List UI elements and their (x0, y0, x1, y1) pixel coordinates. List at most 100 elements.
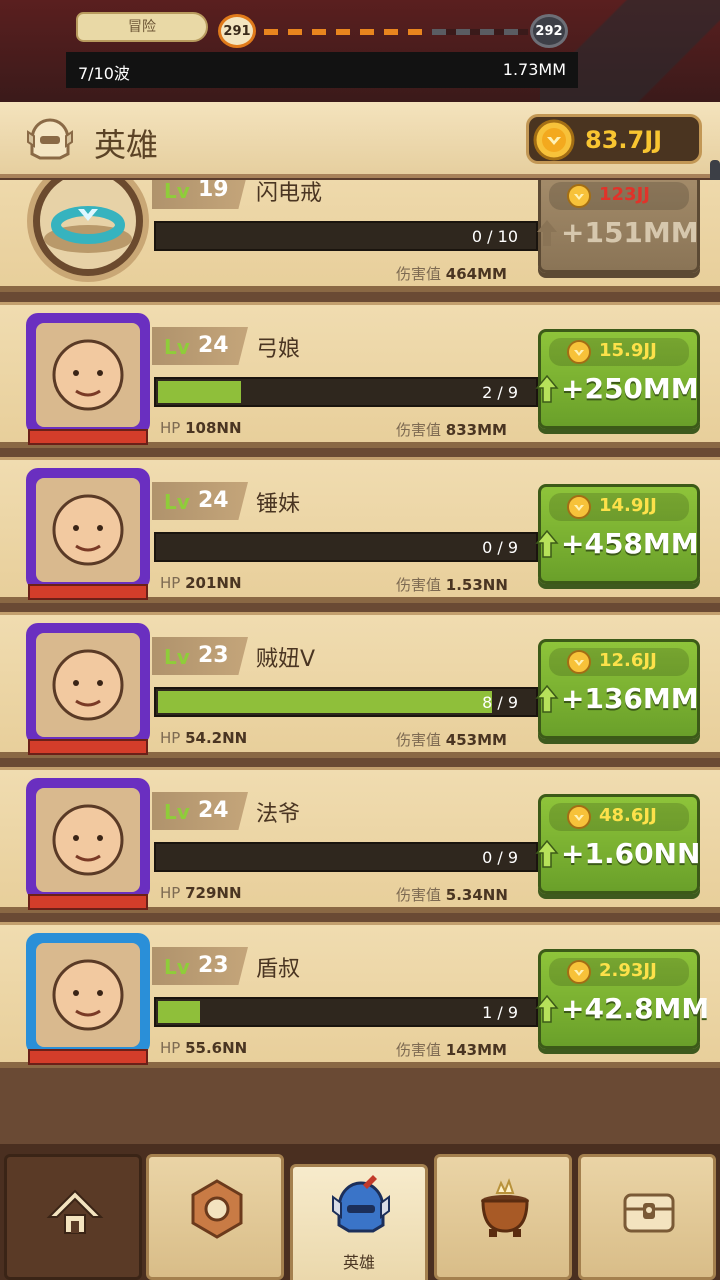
gold-coin-icon (567, 495, 591, 519)
damage-value: 453MM (445, 731, 507, 749)
hero-portrait[interactable] (26, 933, 150, 1069)
hp-stat: HP 201NN (160, 574, 242, 592)
damage-value: 1.53NN (445, 576, 508, 594)
cost-row: 12.6JJ (549, 648, 689, 676)
hero-name: 贼妞V (256, 647, 316, 672)
upgrade-gain: +250MM (561, 372, 699, 405)
upgrade-gain: +1.60NN (561, 837, 701, 870)
level-value: 23 (198, 953, 229, 978)
hero-portrait[interactable] (26, 623, 150, 759)
damage-stat: 伤害值 5.34NN (396, 884, 508, 905)
level-tag: Lv 23 (152, 637, 248, 675)
gold-coin-icon (567, 650, 591, 674)
upgrade-button[interactable]: 2.93JJ +42.8MM (535, 949, 709, 1049)
cauldron-icon (481, 1178, 529, 1237)
damage-label: 伤害值 (396, 265, 442, 283)
hero-name: 锤妹 (256, 492, 301, 517)
hp-label: HP (160, 729, 181, 747)
hammer-girl-portrait-art (36, 478, 140, 582)
xp-bar: 0 / 10 (154, 221, 538, 251)
hp-stat: HP 54.2NN (160, 729, 247, 747)
damage-value: 143MM (445, 1041, 507, 1059)
hero-portrait[interactable] (26, 313, 150, 449)
stage-bar: 冒险 291 292 7/10波 1.73MM (0, 0, 720, 104)
damage-stat: 伤害值 143MM (396, 1039, 507, 1060)
hero-hp-strip (28, 1049, 148, 1065)
wave-counter: 7/10波 (78, 64, 130, 83)
nav-heroes-label: 英雄 (342, 1253, 375, 1272)
hammer-girl-portrait (26, 468, 150, 590)
item-portrait (26, 180, 150, 295)
upgrade-gain: +136MM (561, 682, 699, 715)
hero-portrait[interactable] (26, 778, 150, 914)
arrow-up-icon (537, 220, 557, 246)
arrow-up-icon (535, 684, 559, 713)
upgrade-cost: 2.93JJ (599, 960, 657, 981)
hero-portrait[interactable] (26, 468, 150, 604)
wizard-portrait-art (36, 788, 140, 892)
gold-counter: 83.7JJ (526, 114, 702, 164)
nav-treasure[interactable] (578, 1154, 716, 1280)
level-value: 19 (198, 180, 229, 202)
arrow-up-icon (535, 529, 559, 558)
nav-camp[interactable] (4, 1154, 142, 1280)
upgrade-button[interactable]: 48.6JJ +1.60NN (535, 794, 701, 894)
xp-fill (158, 1001, 200, 1023)
cost-row: 14.9JJ (549, 493, 689, 521)
upgrade-button[interactable]: 12.6JJ +136MM (535, 639, 700, 739)
xp-count: 1 / 9 (482, 1003, 518, 1022)
wave-bar: 7/10波 1.73MM (66, 52, 578, 88)
shield-uncle-portrait-art (36, 943, 140, 1047)
hero-card: Lv 24 弓娘 2 / 9 HP 108NN 伤害值 833MM 15.9JJ +250MM (0, 302, 720, 448)
gold-amount: 83.7JJ (585, 126, 663, 154)
upgrade-button[interactable]: 15.9JJ +250MM (535, 329, 700, 429)
gold-coin-icon (533, 119, 575, 161)
cost-row: 15.9JJ (549, 338, 689, 366)
upgrade-cost: 12.6JJ (599, 650, 657, 671)
hero-panel-header: 英雄 83.7JJ (0, 102, 720, 178)
level-tag: Lv 24 (152, 327, 248, 365)
thief-girl-portrait-art (36, 633, 140, 737)
upgrade-button[interactable]: 123JJ +151MM (537, 180, 700, 273)
damage-stat: 伤害值 453MM (396, 729, 507, 750)
xp-fill (158, 691, 492, 713)
hp-stat: HP 729NN (160, 884, 242, 902)
level-value: 23 (198, 643, 229, 668)
hero-hp-strip (28, 429, 148, 445)
archer-girl-portrait (26, 313, 150, 435)
level-label: Lv (164, 490, 190, 514)
hp-label: HP (160, 419, 181, 437)
hp-value: 55.6NN (185, 1039, 248, 1057)
damage-stat: 伤害值 1.53NN (396, 574, 508, 595)
level-value: 24 (198, 488, 229, 513)
xp-count: 0 / 9 (482, 848, 518, 867)
upgrade-cost: 14.9JJ (599, 495, 657, 516)
hp-label: HP (160, 884, 181, 902)
level-label: Lv (164, 180, 190, 203)
damage-value: 464MM (445, 265, 507, 283)
hero-list[interactable]: Lv 19 闪电戒 0 / 10 伤害值 464MM 123JJ +151MM … (0, 180, 720, 1144)
gold-coin-icon (567, 340, 591, 364)
xp-count: 0 / 9 (482, 538, 518, 557)
next-stage-node: 292 (530, 14, 568, 48)
upgrade-gain: +458MM (561, 527, 699, 560)
damage-label: 伤害值 (396, 731, 442, 749)
thief-girl-portrait (26, 623, 150, 745)
level-tag: Lv 19 (152, 180, 248, 209)
current-stage-node: 291 (218, 14, 256, 48)
upgrade-button[interactable]: 14.9JJ +458MM (535, 484, 700, 584)
hp-value: 201NN (185, 574, 242, 592)
enemy-hp: 1.73MM (502, 60, 566, 79)
level-tag: Lv 24 (152, 482, 248, 520)
hero-card: Lv 24 法爷 0 / 9 HP 729NN 伤害值 5.34NN 48.6JJ +1.60… (0, 767, 720, 913)
stage-progress (264, 29, 528, 35)
nav-gear[interactable] (146, 1154, 284, 1280)
nav-cauldron[interactable] (434, 1154, 572, 1280)
damage-label: 伤害值 (396, 421, 442, 439)
adventure-tab[interactable]: 冒险 (76, 12, 208, 42)
hp-stat: HP 55.6NN (160, 1039, 247, 1057)
xp-bar: 2 / 9 (154, 377, 538, 407)
upgrade-cost: 123JJ (599, 184, 650, 205)
hero-card: Lv 23 盾叔 1 / 9 HP 55.6NN 伤害值 143MM 2.93JJ +42.8… (0, 922, 720, 1068)
nav-heroes[interactable]: 英雄 (290, 1164, 428, 1280)
